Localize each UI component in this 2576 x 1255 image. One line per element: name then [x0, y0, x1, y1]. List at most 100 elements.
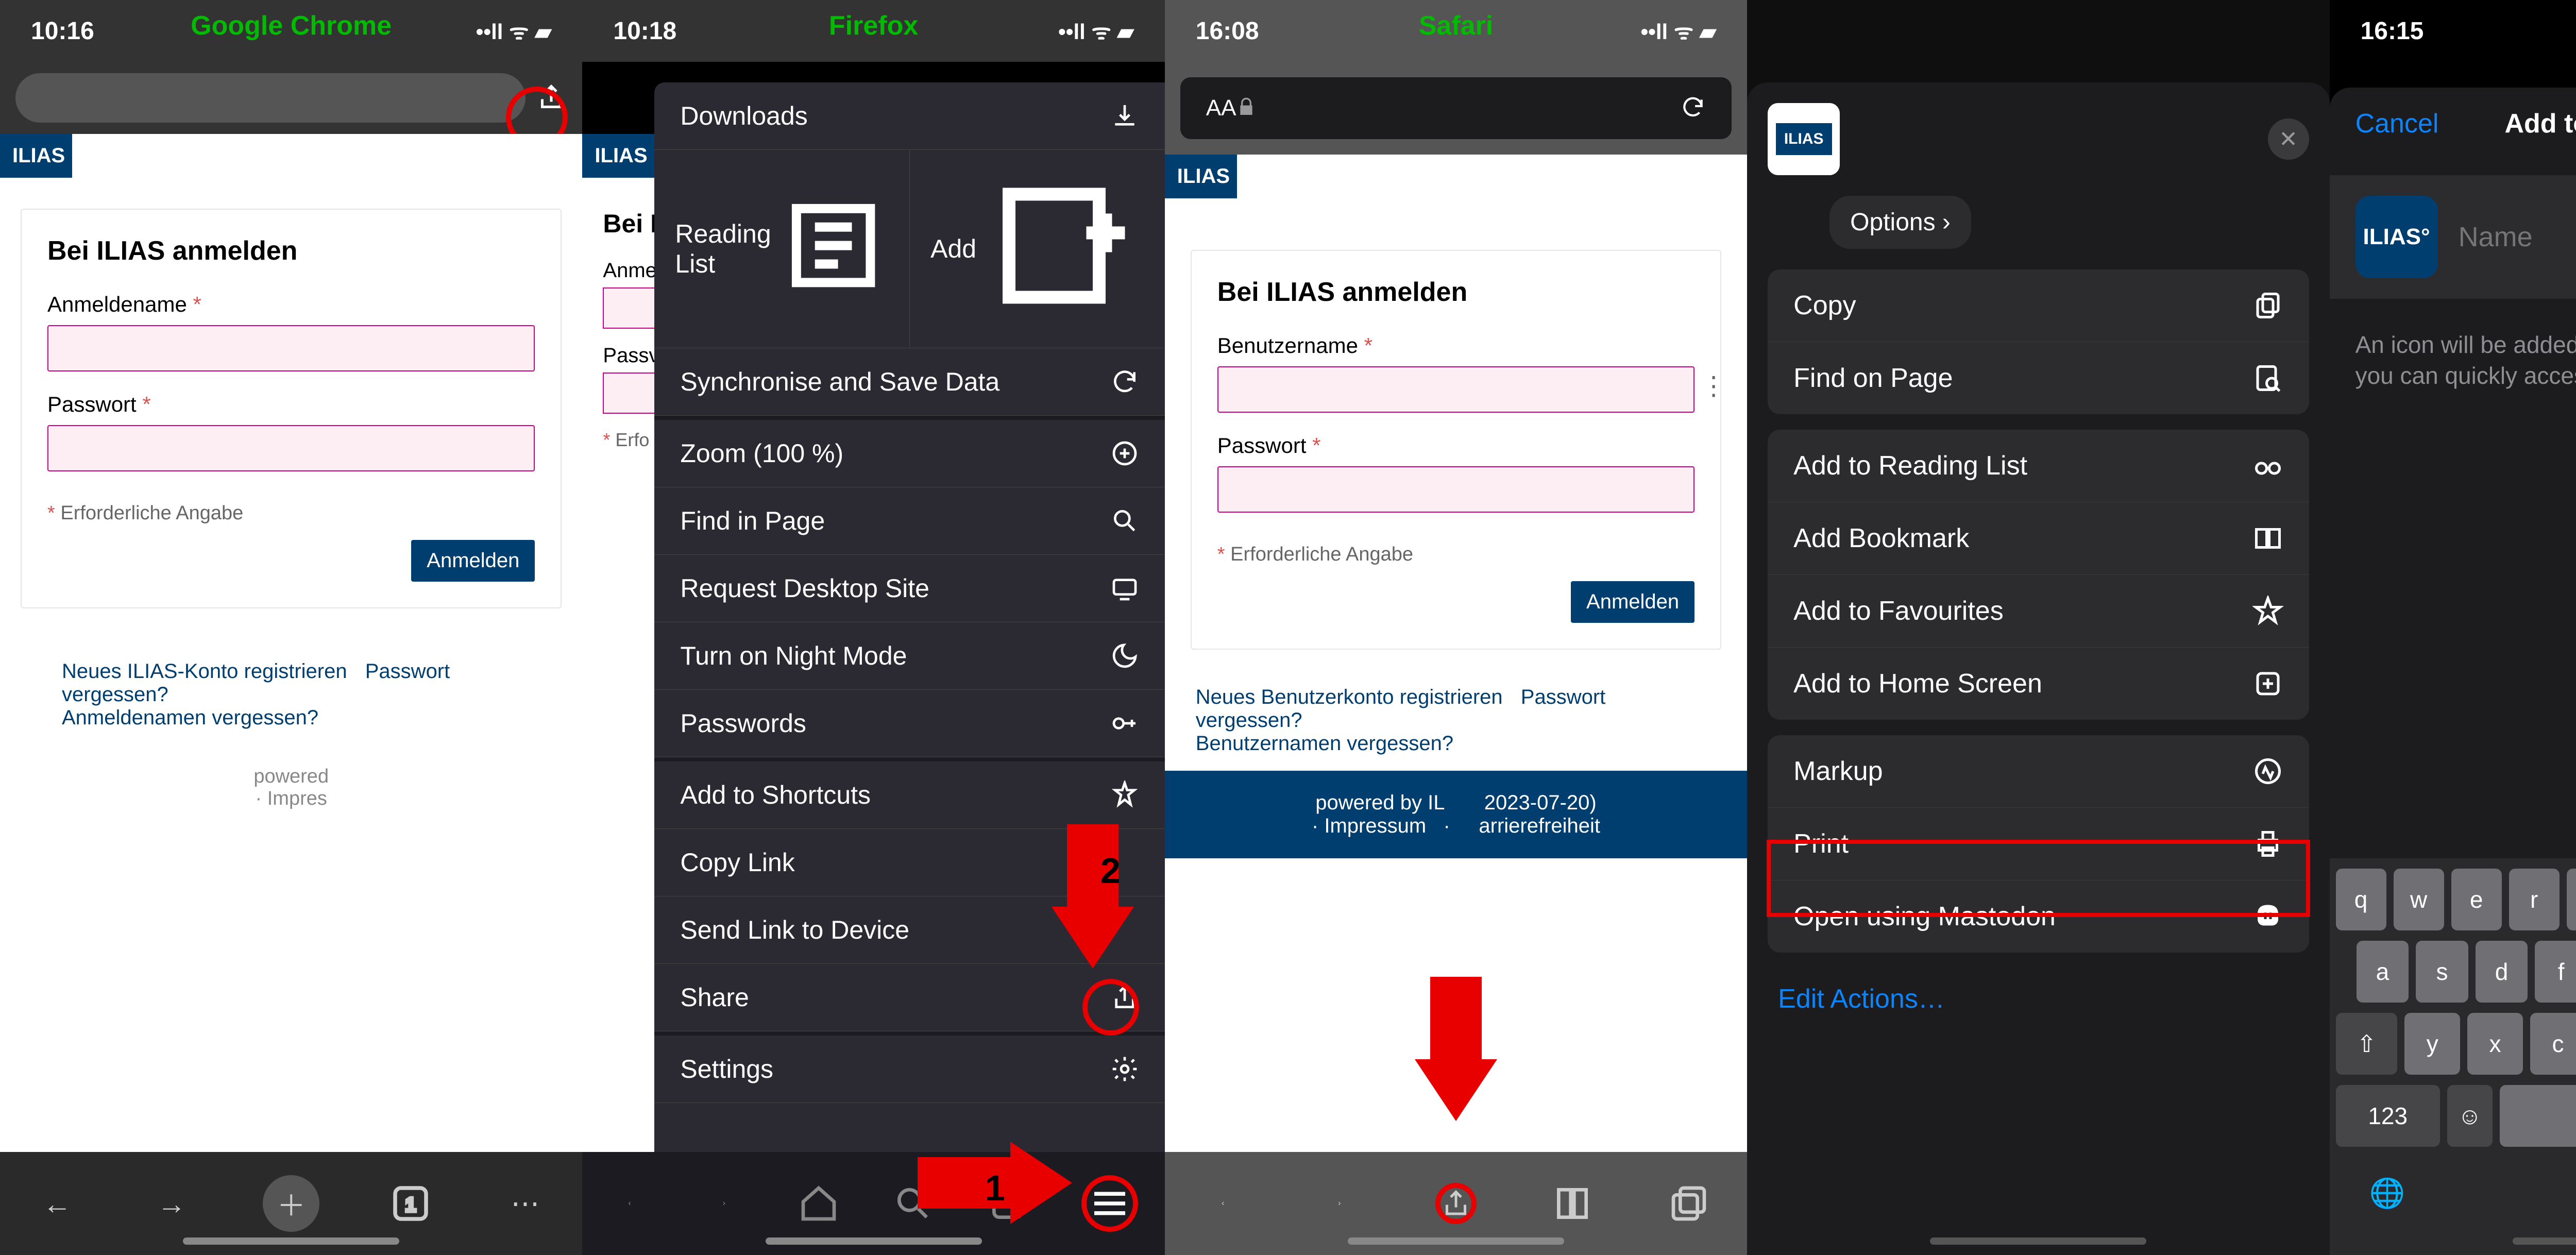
aa-icon[interactable]: AA	[1206, 95, 1236, 121]
forward-icon[interactable]: ›	[1319, 1183, 1360, 1224]
status-icons: ••ll ᯤ ▰	[1640, 16, 1716, 46]
share-icon[interactable]	[1435, 1183, 1477, 1224]
action-favourites[interactable]: Add to Favourites	[1768, 575, 2309, 648]
password-label: Passwort *	[47, 392, 535, 417]
key-c[interactable]: c	[2530, 1013, 2576, 1075]
chrome-urlbar	[0, 62, 582, 134]
share-sheet: ILIAS ✕ Options › Copy Find on Page Add …	[1747, 82, 2329, 1255]
menu-zoom[interactable]: Zoom (100 %)	[654, 420, 1164, 487]
more-icon[interactable]: ⋮	[1701, 371, 1726, 401]
menu-night[interactable]: Turn on Night Mode	[654, 622, 1164, 690]
action-find[interactable]: Find on Page	[1768, 342, 2309, 414]
login-title: Bei ILIAS anmelden	[47, 235, 535, 266]
action-markup[interactable]: Markup	[1768, 735, 2309, 808]
app-icon: ILIAS°	[2355, 196, 2438, 278]
key-q[interactable]: q	[2336, 869, 2386, 930]
address-bar[interactable]	[15, 73, 526, 123]
more-icon[interactable]: ⋯	[502, 1180, 548, 1227]
kb-func-row: 🌐 🎤	[2336, 1157, 2576, 1214]
tabs-icon[interactable]: 1	[387, 1180, 434, 1227]
forward-icon[interactable]: →	[148, 1180, 195, 1227]
action-copy[interactable]: Copy	[1768, 269, 2309, 342]
bookmarks-icon[interactable]	[1552, 1183, 1593, 1224]
key-a[interactable]: a	[2357, 941, 2409, 1003]
download-icon	[1110, 101, 1139, 130]
space-key[interactable]	[2500, 1085, 2576, 1147]
browser-label: Safari	[1419, 10, 1494, 41]
menu-downloads[interactable]: Downloads	[654, 82, 1164, 150]
browser-label: Firefox	[829, 10, 918, 41]
search-icon	[1110, 506, 1139, 535]
status-bar: 16:15 ••ll ᯤ ▰	[2330, 0, 2576, 62]
numbers-key[interactable]: 123	[2336, 1085, 2440, 1147]
login-title: Bei ILIAS anmelden	[1217, 277, 1694, 308]
name-row: ILIAS° ✕	[2330, 175, 2576, 299]
find-icon	[2252, 363, 2283, 394]
shift-key[interactable]: ⇧	[2336, 1013, 2398, 1075]
screen-firefox: 10:18 ••ll ᯤ ▰ Firefox ILIAS Bei I Anme …	[582, 0, 1164, 1255]
login-button[interactable]: Anmelden	[1571, 581, 1694, 623]
menu-passwords[interactable]: Passwords	[654, 690, 1164, 757]
clock: 10:16	[31, 17, 94, 45]
menu-sync[interactable]: Synchronise and Save Data	[654, 348, 1164, 416]
kb-row-3: ⇧ yxcvbnm ⌫	[2336, 1013, 2576, 1075]
username-input[interactable]	[47, 325, 535, 371]
menu-shortcuts[interactable]: Add to Shortcuts	[654, 761, 1164, 829]
menu-add[interactable]: Add	[910, 150, 1165, 348]
close-icon[interactable]: ✕	[2268, 118, 2309, 160]
help-links: Neues Benutzerkonto registrieren Passwor…	[1165, 670, 1747, 771]
back-icon[interactable]: ‹	[1202, 1183, 1244, 1224]
back-icon[interactable]: ←	[34, 1180, 80, 1227]
safari-urlbar[interactable]: AA	[1180, 77, 1732, 139]
back-icon[interactable]: ‹	[609, 1183, 650, 1224]
options-button[interactable]: Options ›	[1829, 196, 1971, 249]
name-input[interactable]	[2459, 221, 2576, 253]
arrow-number-2: 2	[1100, 850, 1121, 891]
link-register[interactable]: Neues ILIAS-Konto registrieren	[62, 660, 347, 683]
screen-add-home: 16:15 ••ll ᯤ ▰ Cancel Add to Home Screen…	[2330, 0, 2576, 1255]
key-t[interactable]: t	[2567, 869, 2576, 930]
glasses-icon	[2252, 450, 2283, 481]
new-tab-icon[interactable]: ＋	[263, 1175, 319, 1232]
key-e[interactable]: e	[2451, 869, 2502, 930]
menu-find[interactable]: Find in Page	[654, 487, 1164, 555]
browser-label: Google Chrome	[191, 10, 392, 41]
desktop-icon	[1110, 574, 1139, 603]
key-w[interactable]: w	[2394, 869, 2444, 930]
menu-desktop[interactable]: Request Desktop Site	[654, 555, 1164, 622]
add-home-icon	[2252, 668, 2283, 699]
login-button[interactable]: Anmelden	[411, 540, 535, 582]
tabs-icon[interactable]	[1668, 1183, 1709, 1224]
key-d[interactable]: d	[2476, 941, 2528, 1003]
keyboard: qwertzuiop asdfghjkl ⇧ yxcvbnm ⌫ 123 ☺ 🌐…	[2330, 858, 2576, 1255]
action-bookmark[interactable]: Add Bookmark	[1768, 502, 2309, 575]
cancel-button[interactable]: Cancel	[2355, 108, 2439, 139]
password-input[interactable]	[47, 425, 535, 471]
key-r[interactable]: r	[2509, 869, 2560, 930]
key-x[interactable]: x	[2467, 1013, 2523, 1075]
menu-reading-list[interactable]: Reading List	[654, 150, 910, 348]
home-icon[interactable]	[798, 1183, 839, 1224]
required-note: * Erforderliche Angabe	[47, 502, 535, 524]
reload-icon[interactable]	[1680, 94, 1706, 123]
forward-icon[interactable]: ›	[703, 1183, 744, 1224]
link-register[interactable]: Neues Benutzerkonto registrieren	[1196, 686, 1503, 708]
menu-settings[interactable]: Settings	[654, 1036, 1164, 1103]
password-input[interactable]	[1217, 466, 1694, 513]
globe-icon[interactable]: 🌐	[2367, 1173, 2408, 1214]
edit-actions[interactable]: Edit Actions…	[1768, 968, 2309, 1030]
moon-icon	[1110, 641, 1139, 670]
action-reading-list[interactable]: Add to Reading List	[1768, 430, 2309, 502]
arrow-down	[1415, 977, 1497, 1121]
page: ILIAS Bei ILIAS anmelden Anmeldename * P…	[0, 134, 582, 1152]
menu-icon[interactable]	[1081, 1175, 1138, 1232]
action-home-screen[interactable]: Add to Home Screen	[1768, 648, 2309, 720]
screen-safari: 16:08 ••ll ᯤ ▰ Safari AA ILIAS ⋮ Bei ILI…	[1165, 0, 1747, 1255]
key-s[interactable]: s	[2416, 941, 2468, 1003]
link-forgot-user[interactable]: Benutzernamen vergessen?	[1196, 732, 1453, 755]
key-f[interactable]: f	[2535, 941, 2576, 1003]
emoji-key[interactable]: ☺	[2447, 1085, 2493, 1147]
username-input[interactable]	[1217, 366, 1694, 413]
link-forgot-user[interactable]: Anmeldenamen vergessen?	[62, 706, 318, 729]
key-y[interactable]: y	[2404, 1013, 2460, 1075]
